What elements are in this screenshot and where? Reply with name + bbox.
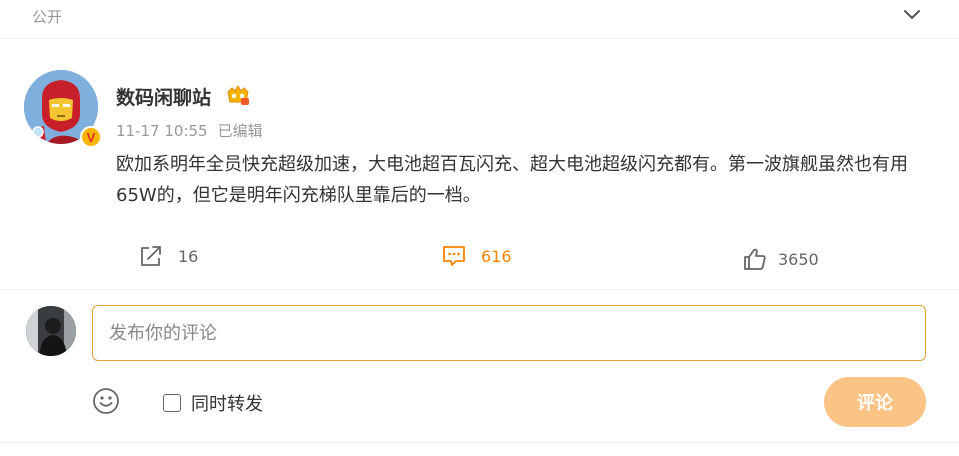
collapse-button[interactable] <box>898 2 926 28</box>
comment-input[interactable] <box>92 305 926 361</box>
edited-label[interactable]: 已编辑 <box>218 122 263 140</box>
emoji-button[interactable] <box>92 387 120 415</box>
share-button[interactable]: 16 <box>138 244 198 268</box>
share-count: 16 <box>178 246 199 266</box>
post-card: V 数码闲聊站 11-17 10:55 已编辑 欧加系明年全员快充超级加速，大电池… <box>0 38 959 290</box>
comment-button[interactable]: 616 <box>441 244 512 268</box>
vip-crown-icon[interactable] <box>226 84 250 106</box>
divider <box>0 442 959 443</box>
smiley-icon <box>93 388 119 414</box>
post-text: 欧加系明年全员快充超级加速，大电池超百瓦闪充、超大电池超级闪充都有。第一波旗舰虽… <box>116 154 908 206</box>
repost-checkbox[interactable] <box>163 394 181 412</box>
author-name[interactable]: 数码闲聊站 <box>116 83 211 110</box>
visibility-label: 公开 <box>32 8 63 26</box>
chevron-down-icon <box>904 10 920 19</box>
comment-count: 616 <box>481 246 512 266</box>
like-count: 3650 <box>778 249 819 269</box>
visibility-bar: 公开 <box>0 0 959 39</box>
post-timestamp[interactable]: 11-17 10:55 <box>116 122 208 140</box>
submit-comment-button[interactable]: 评论 <box>824 377 926 427</box>
like-button[interactable]: 3650 <box>742 247 819 271</box>
repost-label: 同时转发 <box>191 394 263 415</box>
share-icon <box>141 246 161 266</box>
author-avatar[interactable]: V <box>24 70 102 148</box>
verified-badge: V <box>80 126 102 148</box>
current-user-avatar[interactable] <box>26 306 76 356</box>
repost-toggle[interactable]: 同时转发 <box>163 390 263 416</box>
thumbs-up-icon <box>744 248 766 270</box>
post-meta: 11-17 10:55 已编辑 <box>116 120 263 141</box>
comment-composer: 同时转发 评论 <box>0 290 959 456</box>
comment-icon <box>443 246 465 266</box>
